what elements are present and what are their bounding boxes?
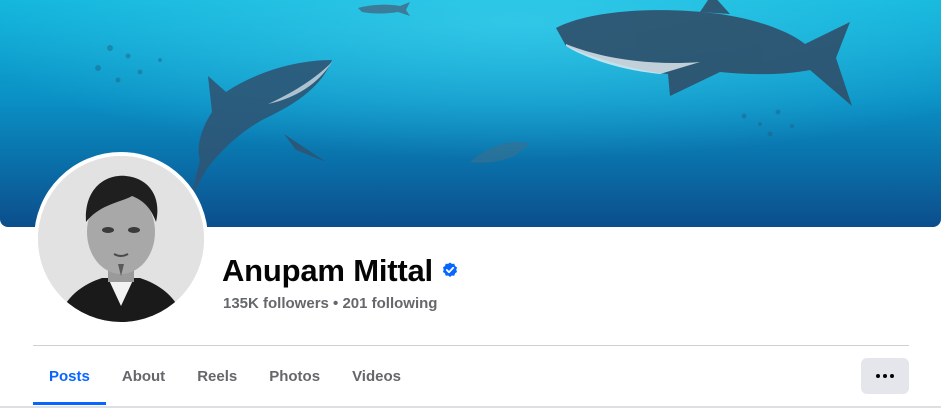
profile-avatar[interactable] — [34, 152, 208, 326]
tab-about[interactable]: About — [106, 347, 181, 405]
more-dots-icon — [876, 374, 894, 378]
tab-posts[interactable]: Posts — [33, 347, 106, 405]
tab-reels[interactable]: Reels — [181, 347, 253, 405]
profile-tabs: Posts About Reels Photos Videos — [33, 347, 417, 405]
profile-name: Anupam Mittal — [222, 253, 433, 288]
follower-stats[interactable]: 135K followers • 201 following — [223, 295, 437, 312]
tab-photos[interactable]: Photos — [253, 347, 336, 405]
profile-name-row: Anupam Mittal — [222, 253, 458, 289]
divider — [33, 345, 909, 346]
more-options-button[interactable] — [861, 358, 909, 394]
verified-badge-icon — [442, 262, 458, 283]
tab-videos[interactable]: Videos — [336, 347, 417, 405]
avatar-photo — [38, 156, 204, 322]
